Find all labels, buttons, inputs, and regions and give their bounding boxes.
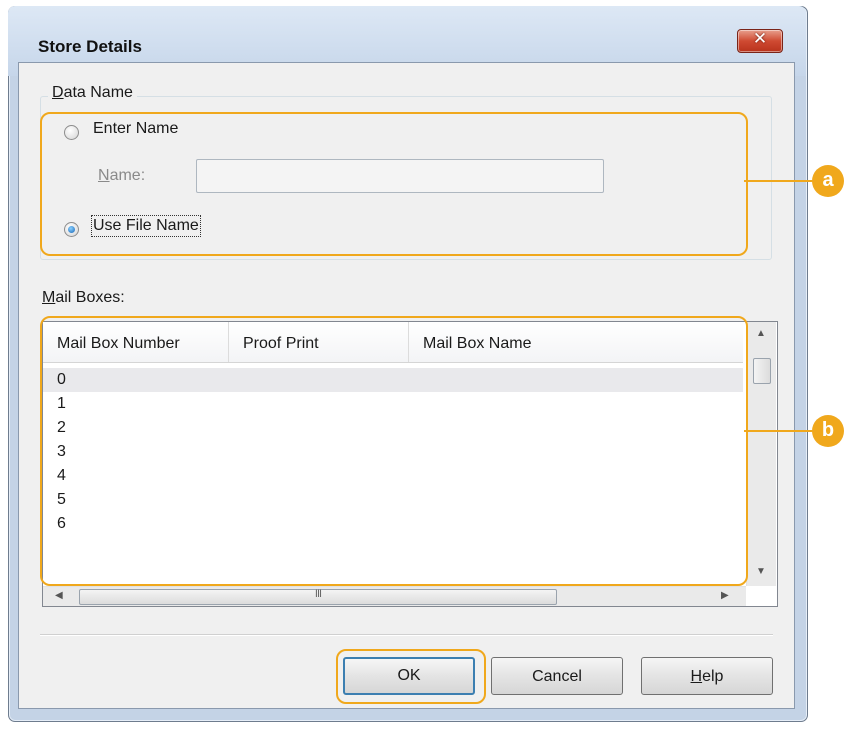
dialog-title: Store Details bbox=[38, 37, 142, 56]
callout-b-marker: b bbox=[812, 415, 844, 447]
close-icon: ✕ bbox=[752, 29, 768, 48]
help-button[interactable]: Help bbox=[641, 657, 773, 695]
scroll-up-icon[interactable]: ▲ bbox=[756, 328, 766, 339]
cancel-button[interactable]: Cancel bbox=[491, 657, 623, 695]
vertical-scrollbar[interactable]: ▲ ▼ bbox=[746, 322, 776, 586]
enter-name-radio[interactable] bbox=[64, 125, 79, 140]
use-file-name-label[interactable]: Use File Name bbox=[91, 215, 201, 237]
horizontal-scrollbar[interactable]: ◀ III ▶ bbox=[43, 586, 746, 606]
name-field-label: Name: bbox=[98, 167, 146, 184]
callout-a-marker: a bbox=[812, 165, 844, 197]
horizontal-scroll-thumb[interactable]: III bbox=[79, 588, 557, 605]
scroll-left-icon[interactable]: ◀ bbox=[55, 590, 63, 601]
close-button[interactable]: ✕ bbox=[737, 29, 783, 53]
callout-b-line bbox=[744, 430, 820, 432]
vertical-scroll-thumb[interactable] bbox=[753, 358, 771, 384]
ok-button[interactable]: OK bbox=[343, 657, 475, 695]
callout-b-highlight bbox=[40, 316, 748, 586]
scroll-down-icon[interactable]: ▼ bbox=[756, 566, 766, 577]
enter-name-label[interactable]: Enter Name bbox=[93, 120, 178, 138]
use-file-name-radio[interactable] bbox=[64, 222, 79, 237]
mail-boxes-label: Mail Boxes: bbox=[42, 289, 125, 306]
callout-a-line bbox=[744, 180, 820, 182]
name-field[interactable] bbox=[196, 159, 604, 193]
scroll-right-icon[interactable]: ▶ bbox=[721, 590, 729, 601]
button-separator bbox=[40, 634, 773, 636]
scroll-grip: III bbox=[314, 588, 322, 600]
data-name-legend: Data Name bbox=[48, 84, 137, 102]
